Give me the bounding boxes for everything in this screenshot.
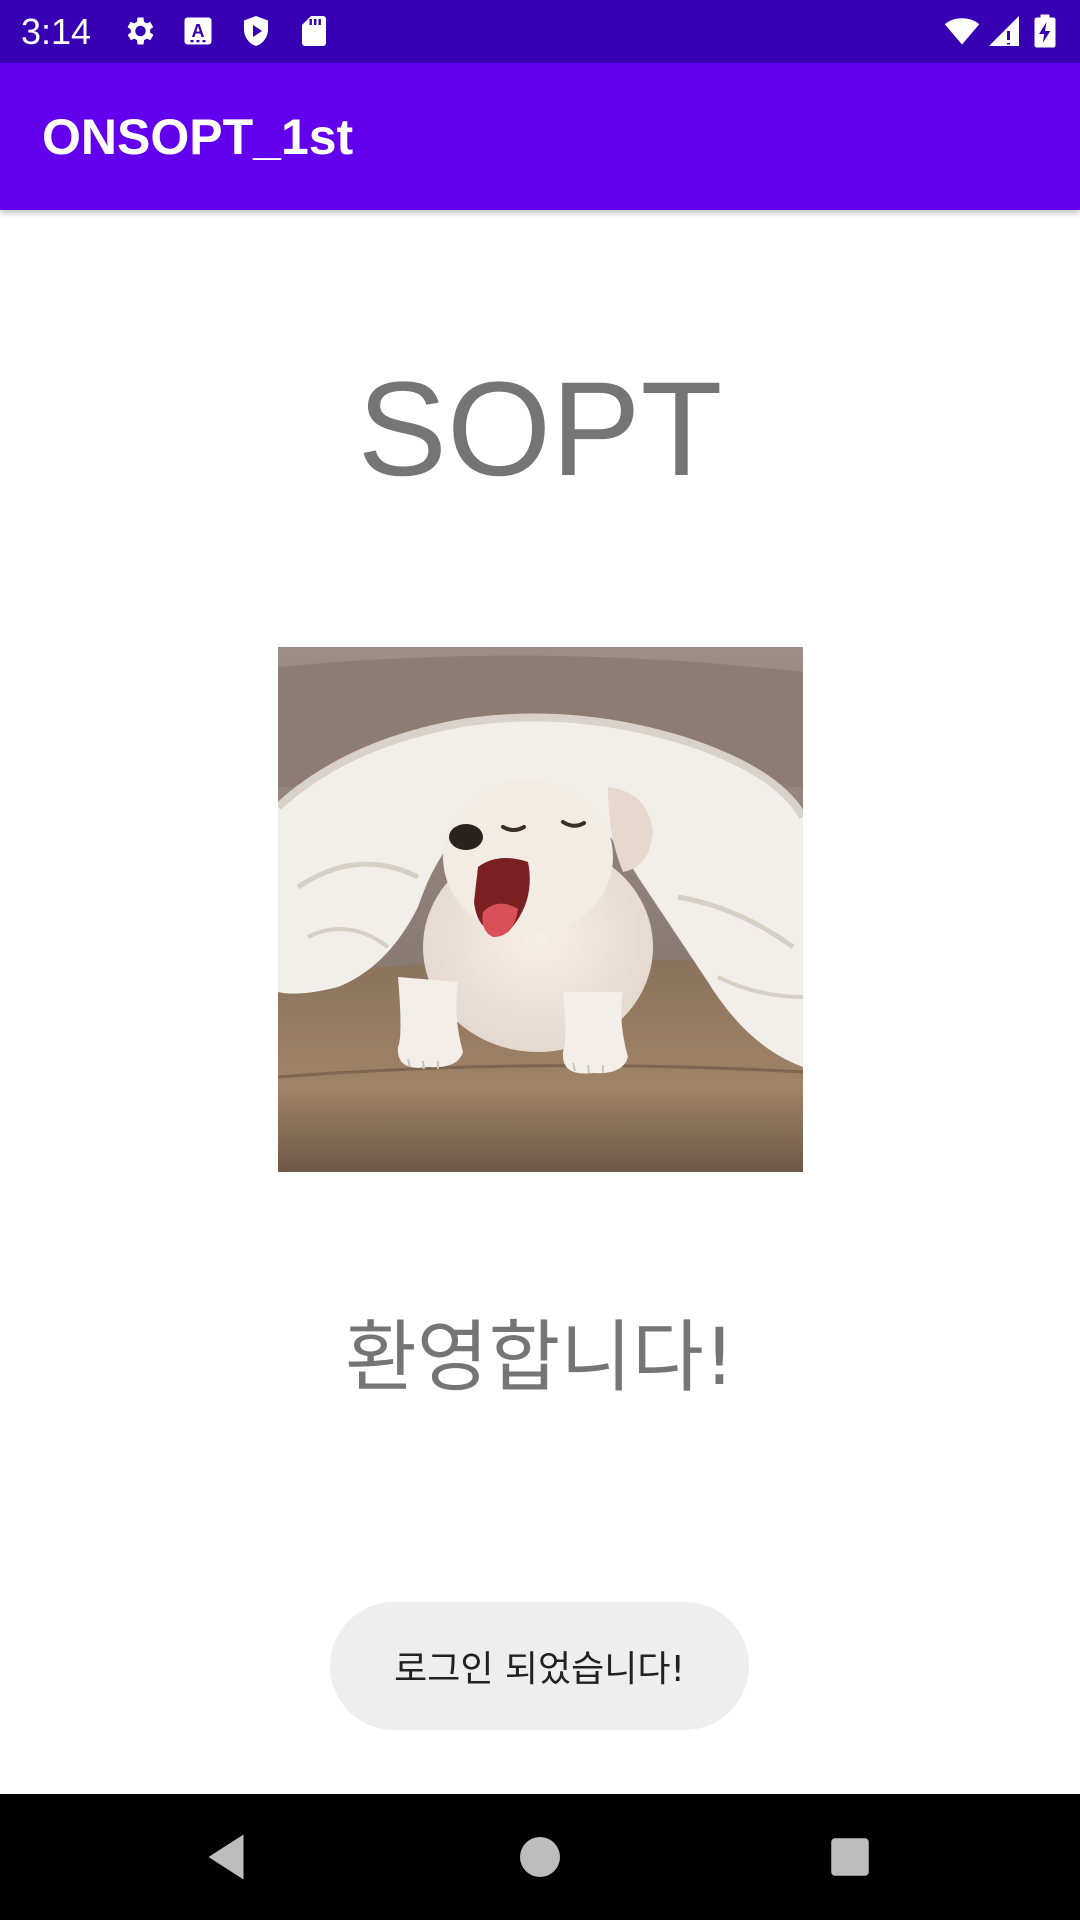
wifi-icon [944, 18, 980, 45]
battery-charging-icon [1034, 14, 1056, 48]
settings-gear-icon [127, 17, 154, 45]
screen: 3:14 A ONSOPT_1st SOPT 환영합니다! 로그인 되었습니다! [0, 0, 1080, 1920]
puppy-image [278, 647, 803, 1172]
welcome-text: 환영합니다! [344, 1313, 736, 1403]
home-icon[interactable] [510, 1827, 570, 1887]
keyboard-a-icon: A [184, 17, 212, 45]
app-title: ONSOPT_1st [42, 109, 354, 165]
toast-message: 로그인 되었습니다! [394, 1649, 685, 1690]
puppy-photo [278, 647, 803, 1172]
recents-icon[interactable] [820, 1827, 880, 1887]
login-toast: 로그인 되었습니다! [330, 1602, 749, 1730]
back-icon[interactable] [196, 1827, 256, 1887]
status-time: 3:14 [21, 11, 92, 52]
cellular-signal-icon [989, 16, 1019, 46]
sopt-logo-text: SOPT [357, 355, 723, 504]
status-bar: 3:14 A [0, 0, 1080, 63]
sd-card-icon [302, 16, 326, 46]
svg-text:A: A [192, 21, 205, 41]
navigation-bar [0, 1794, 1080, 1920]
app-bar: ONSOPT_1st [0, 63, 1080, 210]
shield-play-icon [244, 16, 268, 46]
